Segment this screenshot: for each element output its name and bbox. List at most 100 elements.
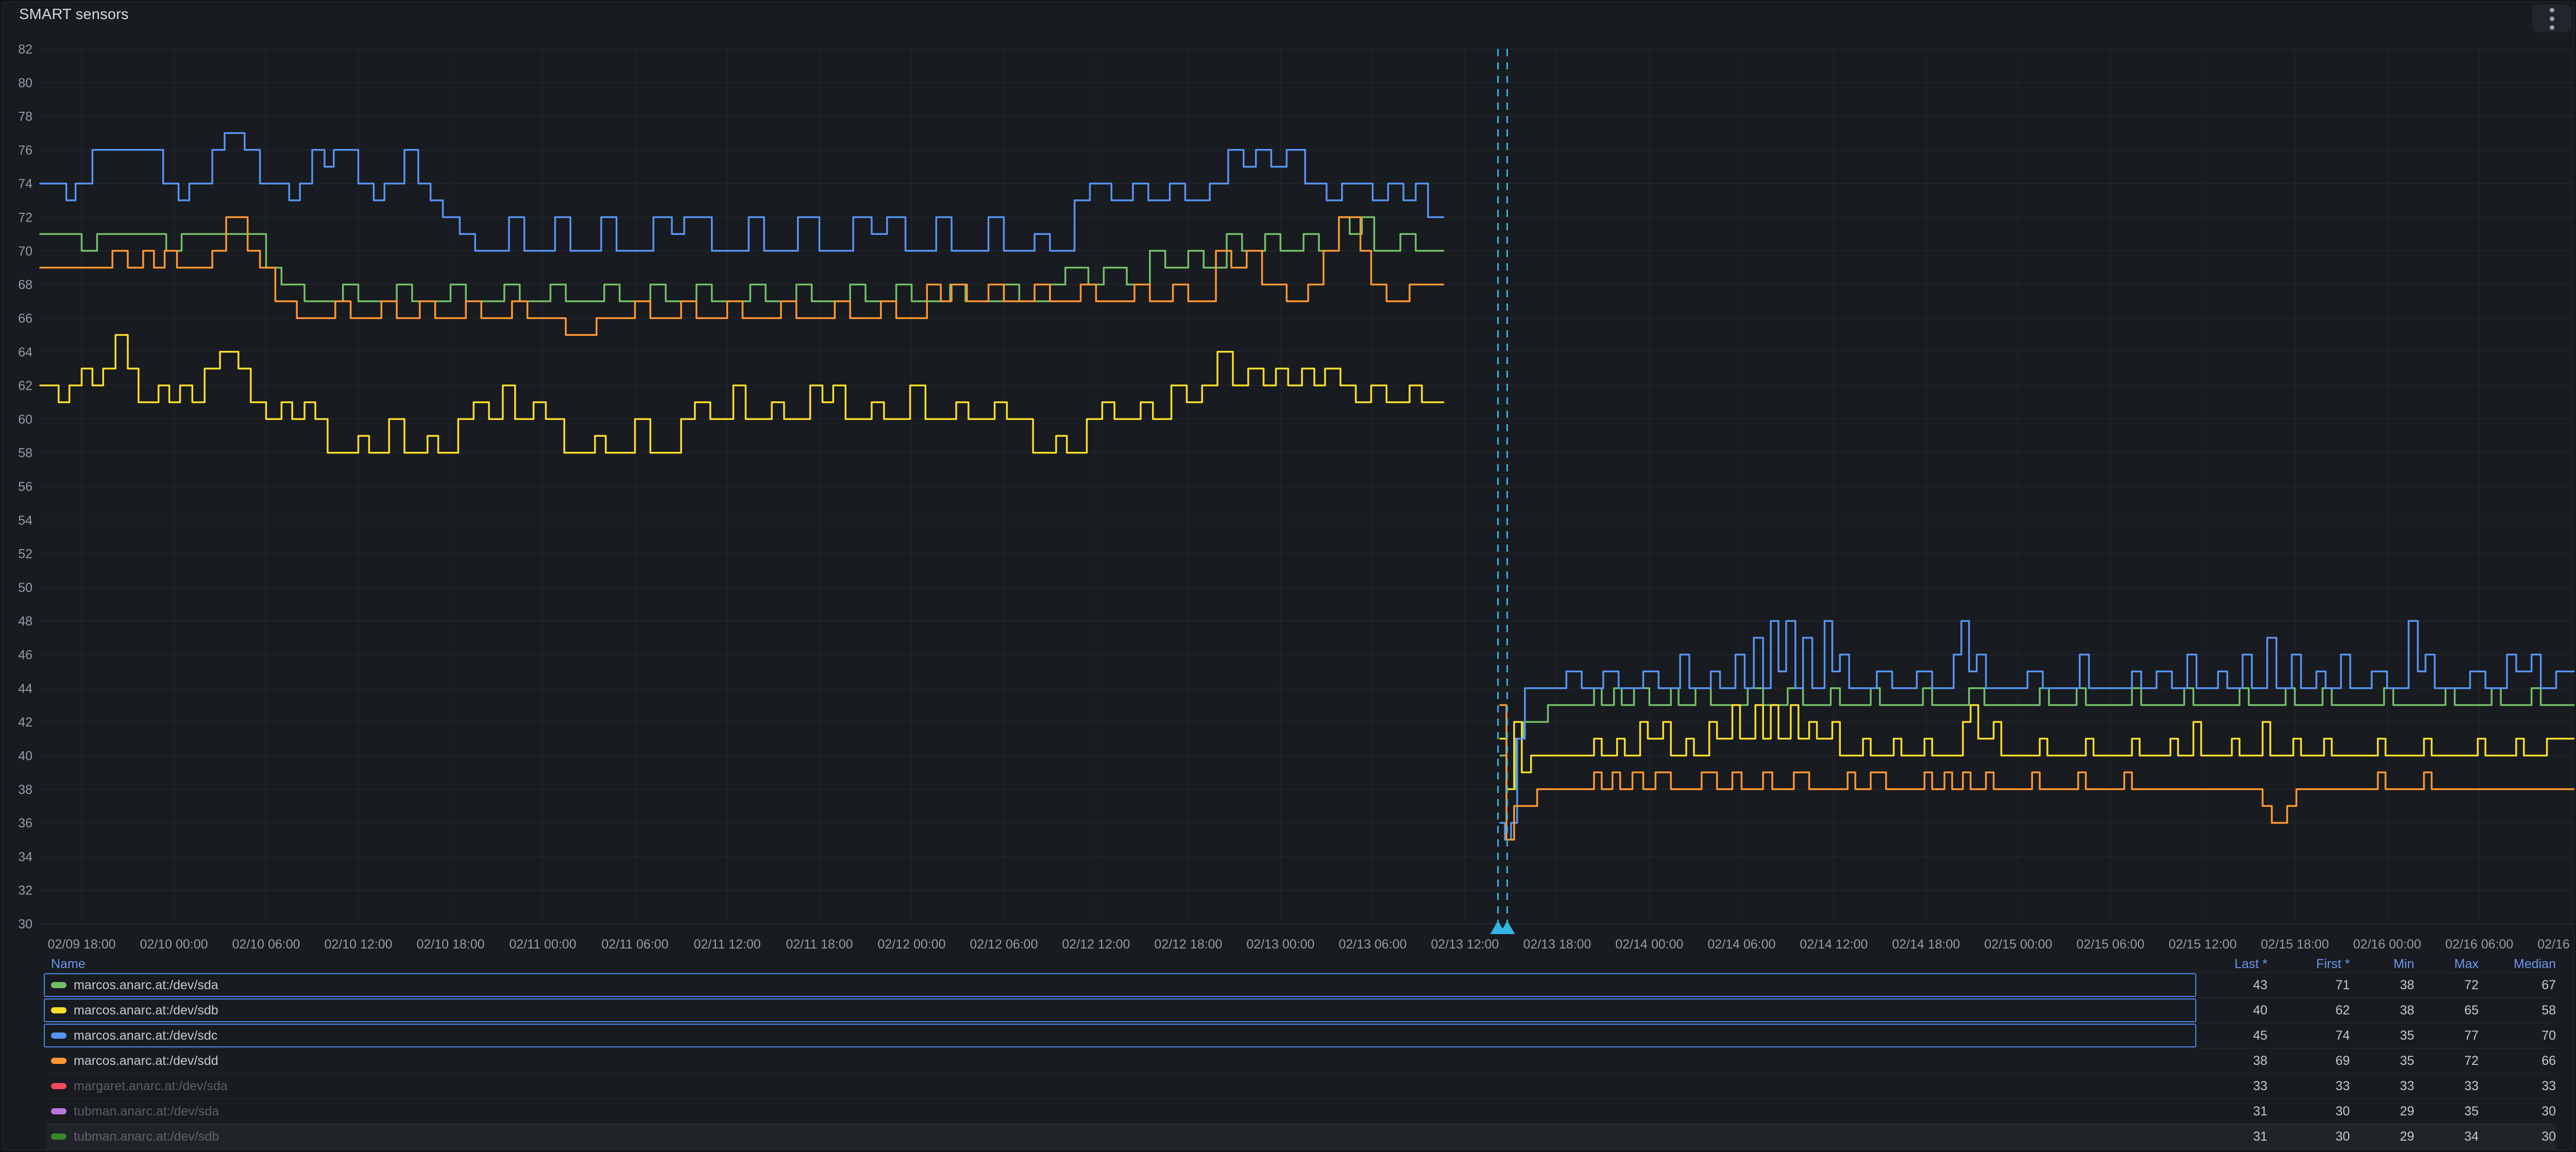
legend-row[interactable]: marcos.anarc.at:/dev/sdc 45 74 35 77 70 xyxy=(47,1023,2556,1048)
y-axis-tick-label: 42 xyxy=(18,715,32,730)
legend-header-median[interactable]: Median xyxy=(2479,957,2556,972)
legend-header: Name Last * First * Min Max Median xyxy=(47,956,2556,972)
y-axis-tick-label: 68 xyxy=(18,278,32,292)
x-axis-tick-label: 02/15 18:00 xyxy=(2261,937,2329,952)
legend-last-value: 40 xyxy=(2175,1003,2267,1018)
x-axis-tick-label: 02/13 12:00 xyxy=(1431,937,1499,952)
legend-series-name: marcos.anarc.at:/dev/sdc xyxy=(74,1028,217,1043)
legend-header-max[interactable]: Max xyxy=(2414,957,2479,972)
legend-series-name: tubman.anarc.at:/dev/sda xyxy=(74,1104,219,1119)
legend-min-value: 35 xyxy=(2350,1028,2414,1043)
legend-first-value: 33 xyxy=(2267,1079,2350,1094)
y-axis-tick-label: 66 xyxy=(18,311,32,326)
legend-max-value: 72 xyxy=(2414,978,2479,993)
x-axis-tick-label: 02/16 12:00 xyxy=(2537,937,2575,952)
x-axis-tick-label: 02/14 00:00 xyxy=(1615,937,1683,952)
legend-min-value: 29 xyxy=(2350,1104,2414,1119)
x-axis-tick-label: 02/12 12:00 xyxy=(1062,937,1130,952)
series-line xyxy=(1500,705,2575,789)
x-axis-tick-label: 02/12 06:00 xyxy=(970,937,1038,952)
legend-max-value: 72 xyxy=(2414,1054,2479,1069)
legend-median-value: 70 xyxy=(2479,1028,2556,1043)
series-line xyxy=(40,217,1444,301)
x-axis-tick-label: 02/13 00:00 xyxy=(1246,937,1314,952)
legend-max-value: 65 xyxy=(2414,1003,2479,1018)
legend-last-value: 33 xyxy=(2175,1079,2267,1094)
series-color-swatch xyxy=(51,1133,66,1140)
y-axis-tick-label: 38 xyxy=(18,783,32,797)
y-axis-tick-label: 60 xyxy=(18,412,32,427)
legend-row[interactable]: margaret.anarc.at:/dev/sda 33 33 33 33 3… xyxy=(47,1073,2556,1098)
legend-last-value: 31 xyxy=(2175,1129,2267,1144)
legend-header-last[interactable]: Last * xyxy=(2175,957,2267,972)
legend-first-value: 30 xyxy=(2267,1104,2350,1119)
x-axis-tick-label: 02/15 00:00 xyxy=(1984,937,2052,952)
legend-first-value: 62 xyxy=(2267,1003,2350,1018)
x-axis-tick-label: 02/13 06:00 xyxy=(1338,937,1406,952)
x-axis-tick-label: 02/16 00:00 xyxy=(2353,937,2421,952)
legend-row[interactable]: tubman.anarc.at:/dev/sdb 31 30 29 34 30 xyxy=(47,1124,2556,1149)
legend-max-value: 34 xyxy=(2414,1129,2479,1144)
legend-median-value: 66 xyxy=(2479,1054,2556,1069)
x-axis-tick-label: 02/11 06:00 xyxy=(601,937,668,952)
legend-first-value: 69 xyxy=(2267,1054,2350,1069)
x-axis-tick-label: 02/13 18:00 xyxy=(1523,937,1591,952)
legend-last-value: 31 xyxy=(2175,1104,2267,1119)
y-axis-tick-label: 64 xyxy=(18,345,32,360)
legend-first-value: 74 xyxy=(2267,1028,2350,1043)
legend-first-value: 30 xyxy=(2267,1129,2350,1144)
timeseries-chart[interactable]: 8280787674727068666462605856545250484644… xyxy=(2,2,2575,954)
y-axis-tick-label: 74 xyxy=(18,177,32,191)
panel-title[interactable]: SMART sensors xyxy=(19,6,129,23)
x-axis-tick-label: 02/11 18:00 xyxy=(786,937,853,952)
y-axis-tick-label: 76 xyxy=(18,143,32,158)
legend-header-name[interactable]: Name xyxy=(47,956,2175,972)
y-axis-tick-label: 40 xyxy=(18,749,32,763)
series-color-swatch xyxy=(51,1007,66,1013)
panel: SMART sensors 82807876747270686664626058… xyxy=(1,1,2575,1151)
legend-median-value: 30 xyxy=(2479,1104,2556,1119)
legend-min-value: 29 xyxy=(2350,1129,2414,1144)
panel-menu-button[interactable] xyxy=(2532,5,2571,32)
legend-min-value: 33 xyxy=(2350,1079,2414,1094)
x-axis-tick-label: 02/11 00:00 xyxy=(509,937,576,952)
legend-last-value: 45 xyxy=(2175,1028,2267,1043)
legend-table: Name Last * First * Min Max Median marco… xyxy=(2,956,2574,1150)
legend-series-name: margaret.anarc.at:/dev/sda xyxy=(74,1079,228,1094)
y-axis-tick-label: 54 xyxy=(18,513,32,528)
series-color-swatch xyxy=(51,1083,66,1089)
x-axis-tick-label: 02/14 18:00 xyxy=(1892,937,1960,952)
x-axis-tick-label: 02/09 18:00 xyxy=(48,937,116,952)
legend-series-name: marcos.anarc.at:/dev/sdd xyxy=(74,1054,218,1069)
series-line xyxy=(1500,705,2575,840)
y-axis-tick-label: 44 xyxy=(18,682,32,696)
y-axis-tick-label: 62 xyxy=(18,379,32,393)
legend-header-first[interactable]: First * xyxy=(2267,957,2350,972)
series-color-swatch xyxy=(51,1058,66,1064)
legend-series-name: tubman.anarc.at:/dev/sdb xyxy=(74,1129,219,1144)
x-axis-tick-label: 02/15 06:00 xyxy=(2076,937,2144,952)
y-axis-tick-label: 56 xyxy=(18,480,32,494)
legend-row[interactable]: tubman.anarc.at:/dev/sda 31 30 29 35 30 xyxy=(47,1098,2556,1124)
series-color-swatch xyxy=(51,1108,66,1114)
y-axis-tick-label: 36 xyxy=(18,816,32,831)
y-axis-tick-label: 70 xyxy=(18,244,32,259)
legend-header-min[interactable]: Min xyxy=(2350,957,2414,972)
series-line xyxy=(1500,621,2575,840)
legend-row[interactable]: marcos.anarc.at:/dev/sdb 40 62 38 65 58 xyxy=(47,997,2556,1023)
legend-row[interactable]: marcos.anarc.at:/dev/sdd 38 69 35 72 66 xyxy=(47,1048,2556,1073)
legend-last-value: 38 xyxy=(2175,1054,2267,1069)
x-axis-tick-label: 02/10 06:00 xyxy=(232,937,300,952)
legend-last-value: 43 xyxy=(2175,978,2267,993)
y-axis-tick-label: 78 xyxy=(18,110,32,124)
legend-row[interactable]: marcos.anarc.at:/dev/sda 43 71 38 72 67 xyxy=(47,972,2556,997)
legend-min-value: 38 xyxy=(2350,978,2414,993)
y-axis-tick-label: 80 xyxy=(18,76,32,90)
x-axis-tick-label: 02/10 12:00 xyxy=(324,937,392,952)
series-line xyxy=(40,335,1444,453)
y-axis-tick-label: 46 xyxy=(18,648,32,663)
legend-median-value: 58 xyxy=(2479,1003,2556,1018)
legend-min-value: 35 xyxy=(2350,1054,2414,1069)
legend-first-value: 71 xyxy=(2267,978,2350,993)
y-axis-tick-label: 30 xyxy=(18,917,32,931)
